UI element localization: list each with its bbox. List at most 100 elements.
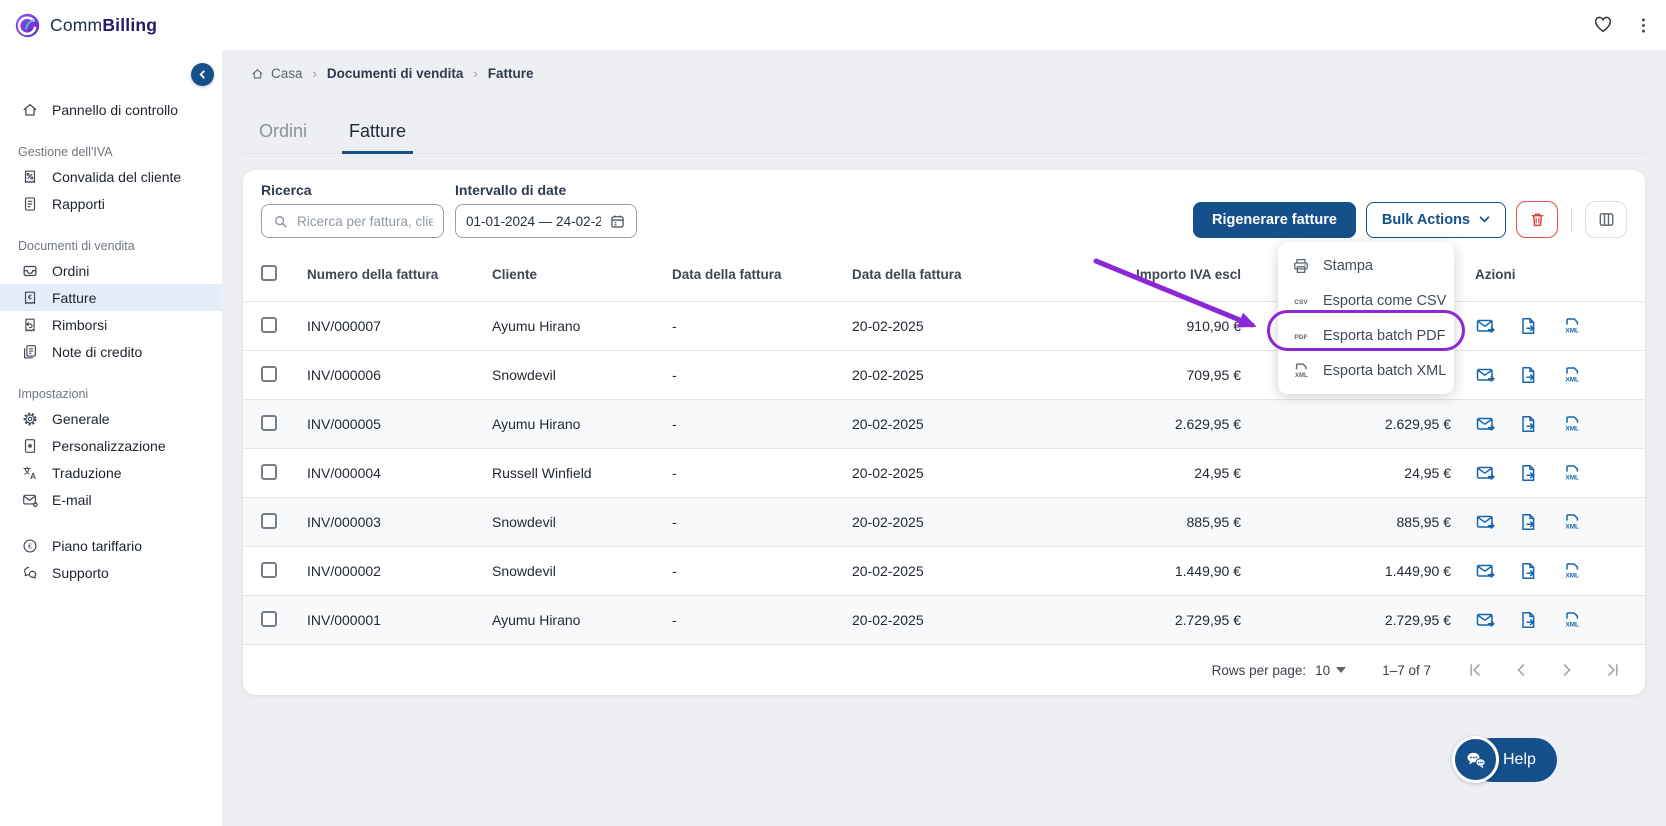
file-export-icon <box>1518 463 1540 483</box>
breadcrumb-item[interactable]: Documenti di vendita <box>327 66 464 81</box>
svg-text:XML: XML <box>1565 377 1579 384</box>
export-pdf-button[interactable] <box>1518 512 1540 532</box>
export-xml-button[interactable]: XML <box>1561 414 1583 434</box>
sidebar-section-vat: Gestione dell'IVA Convalida del cliente … <box>0 140 222 217</box>
send-email-button[interactable] <box>1475 414 1497 434</box>
menu-item-label: Esporta batch XML <box>1323 362 1447 379</box>
svg-text:XML: XML <box>1565 573 1579 580</box>
sidebar-item-customization[interactable]: Personalizzazione <box>0 432 222 459</box>
sidebar-item-invoices[interactable]: € Fatture <box>0 284 222 311</box>
chevron-down-icon <box>1479 216 1490 223</box>
sidebar-item-support[interactable]: Supporto <box>0 559 222 586</box>
export-xml-button[interactable]: XML <box>1561 316 1583 336</box>
sidebar-item-pricing-plan[interactable]: € Piano tariffario <box>0 532 222 559</box>
send-email-button[interactable] <box>1475 365 1497 385</box>
tab-orders[interactable]: Ordini <box>252 112 314 154</box>
envelope-send-icon <box>1475 463 1497 483</box>
sidebar-item-label: Note di credito <box>52 343 143 360</box>
svg-text:CSV: CSV <box>1294 299 1308 306</box>
pagination-range: 1–7 of 7 <box>1382 662 1431 678</box>
sidebar-item-dashboard[interactable]: Pannello di controllo <box>0 96 222 123</box>
regenerate-invoices-button[interactable]: Rigenerare fatture <box>1193 201 1356 238</box>
row-checkbox[interactable] <box>261 316 277 333</box>
receipt-percent-icon <box>21 168 39 186</box>
export-pdf-button[interactable] <box>1518 414 1540 434</box>
export-pdf-button[interactable] <box>1518 610 1540 630</box>
menu-item-export-batch-xml[interactable]: XML Esporta batch XML <box>1278 353 1454 388</box>
amount-incl-cell: 24,95 € <box>1404 465 1451 481</box>
sidebar-item-general[interactable]: Generale <box>0 405 222 432</box>
select-all-checkbox[interactable] <box>261 265 277 281</box>
column-settings-button[interactable] <box>1585 201 1627 238</box>
tab-invoices[interactable]: Fatture <box>342 112 414 154</box>
send-email-button[interactable] <box>1475 463 1497 483</box>
rows-per-page-select[interactable]: 10 <box>1315 663 1347 678</box>
row-checkbox[interactable] <box>261 463 277 480</box>
previous-page-button[interactable] <box>1513 662 1529 678</box>
row-checkbox[interactable] <box>261 512 277 529</box>
column-header-invoice-number[interactable]: Numero della fattura <box>307 267 492 282</box>
export-pdf-button[interactable] <box>1518 365 1540 385</box>
column-header-invoice-date-2[interactable]: Data della fattura <box>852 267 1089 282</box>
export-pdf-button[interactable] <box>1518 561 1540 581</box>
last-page-button[interactable] <box>1605 662 1621 678</box>
sidebar-item-email[interactable]: E-mail <box>0 486 222 513</box>
row-checkbox[interactable] <box>261 610 277 627</box>
export-pdf-button[interactable] <box>1518 316 1540 336</box>
sidebar-item-reports[interactable]: Rapporti <box>0 190 222 217</box>
invoice-euro-icon: € <box>21 289 39 307</box>
breadcrumb-home[interactable]: Casa <box>250 66 303 81</box>
row-checkbox[interactable] <box>261 365 277 382</box>
svg-text:PDF: PDF <box>1294 334 1307 341</box>
invoice-number-cell: INV/000003 <box>307 514 381 530</box>
invoice-number-cell: INV/000002 <box>307 563 381 579</box>
invoice-date2-cell: 20-02-2025 <box>852 563 924 579</box>
invoice-number-cell: INV/000006 <box>307 367 381 383</box>
sidebar-item-label: Supporto <box>52 564 109 581</box>
table-toolbar: Rigenerare fatture Bulk Actions <box>1193 201 1627 238</box>
first-page-button[interactable] <box>1467 662 1483 678</box>
date-range-field[interactable]: 01-01-2024 — 24-02-202 <box>455 204 637 238</box>
sidebar-item-label: Fatture <box>52 289 97 306</box>
rows-per-page-label: Rows per page: <box>1211 662 1307 678</box>
next-page-button[interactable] <box>1559 662 1575 678</box>
menu-item-export-csv[interactable]: CSV Esporta come CSV <box>1278 283 1454 318</box>
sidebar-collapse-button[interactable] <box>191 63 214 86</box>
send-email-button[interactable] <box>1475 316 1497 336</box>
sidebar-item-orders[interactable]: Ordini <box>0 257 222 284</box>
send-email-button[interactable] <box>1475 561 1497 581</box>
column-header-invoice-date[interactable]: Data della fattura <box>672 267 852 282</box>
export-pdf-button[interactable] <box>1518 463 1540 483</box>
export-xml-button[interactable]: XML <box>1561 463 1583 483</box>
sidebar-section-title: Impostazioni <box>18 387 89 401</box>
row-checkbox[interactable] <box>261 414 277 431</box>
breadcrumb-item: Casa <box>271 66 303 81</box>
help-button[interactable]: Help <box>1452 736 1557 783</box>
export-xml-button[interactable]: XML <box>1561 365 1583 385</box>
send-email-button[interactable] <box>1475 512 1497 532</box>
column-header-client[interactable]: Cliente <box>492 267 672 282</box>
client-cell: Snowdevil <box>492 563 556 579</box>
printer-icon <box>1291 256 1311 276</box>
export-xml-button[interactable]: XML <box>1561 561 1583 581</box>
menu-item-label: Esporta come CSV <box>1323 292 1447 309</box>
sidebar-item-refunds[interactable]: Rimborsi <box>0 311 222 338</box>
favorites-button[interactable] <box>1593 16 1613 34</box>
menu-item-print[interactable]: Stampa <box>1278 248 1454 283</box>
envelope-send-icon <box>1475 512 1497 532</box>
column-header-amount-excl[interactable]: Importo IVA escl <box>1089 267 1241 282</box>
menu-item-export-batch-pdf[interactable]: PDF Esporta batch PDF <box>1278 318 1454 353</box>
sidebar-item-credit-notes[interactable]: Note di credito <box>0 338 222 365</box>
delete-selected-button[interactable] <box>1516 201 1558 238</box>
row-checkbox[interactable] <box>261 561 277 578</box>
search-input[interactable] <box>297 213 433 229</box>
invoice-date2-cell: 20-02-2025 <box>852 367 924 383</box>
mail-gear-icon <box>21 491 39 509</box>
export-xml-button[interactable]: XML <box>1561 610 1583 630</box>
overflow-menu-button[interactable] <box>1641 16 1646 35</box>
export-xml-button[interactable]: XML <box>1561 512 1583 532</box>
sidebar-item-translation[interactable]: A Traduzione <box>0 459 222 486</box>
bulk-actions-button[interactable]: Bulk Actions <box>1365 201 1506 238</box>
sidebar-item-customer-validation[interactable]: Convalida del cliente <box>0 163 222 190</box>
send-email-button[interactable] <box>1475 610 1497 630</box>
